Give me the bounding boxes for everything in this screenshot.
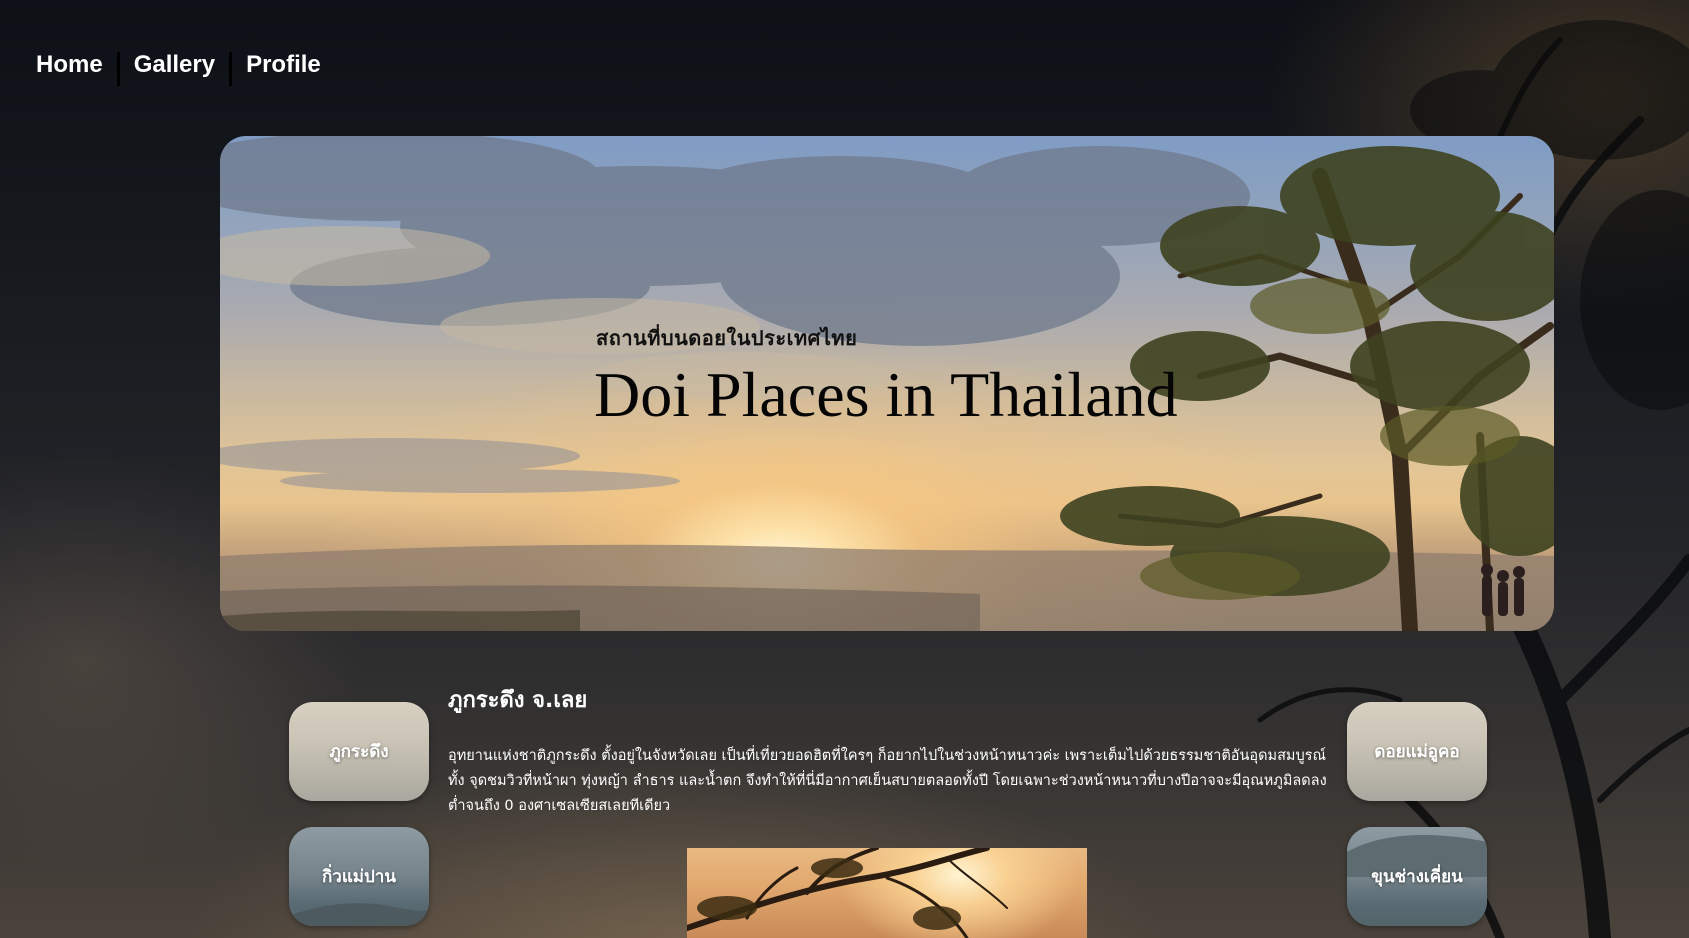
place-button-label: ขุนช่างเคี่ยน bbox=[1371, 867, 1463, 887]
pine-branch-image bbox=[687, 848, 1008, 938]
content-title: ภูกระดึง จ.เลย bbox=[448, 688, 588, 713]
nav-profile-link[interactable]: Profile bbox=[232, 48, 335, 82]
content-photo bbox=[687, 848, 1087, 938]
place-button-label: กิ่วแม่ปาน bbox=[322, 867, 396, 887]
place-button-phu-kradueng[interactable]: ภูกระดึง bbox=[289, 702, 429, 801]
hero-banner: สถานที่บนดอยในประเทศไทย Doi Places in Th… bbox=[220, 136, 1554, 631]
nav-gallery-link[interactable]: Gallery bbox=[120, 48, 229, 82]
place-button-label: ดอยแม่อูคอ bbox=[1374, 742, 1460, 762]
place-button-khun-chang-khian[interactable]: ขุนช่างเคี่ยน bbox=[1347, 827, 1487, 926]
place-button-kew-mae-pan[interactable]: กิ่วแม่ปาน bbox=[289, 827, 429, 926]
place-button-label: ภูกระดึง bbox=[329, 742, 389, 762]
hero-title: Doi Places in Thailand bbox=[594, 359, 1178, 430]
hill-icon bbox=[289, 903, 429, 926]
place-button-doi-mae-u-kho[interactable]: ดอยแม่อูคอ bbox=[1347, 702, 1487, 801]
hero-subtitle: สถานที่บนดอยในประเทศไทย bbox=[596, 326, 858, 350]
content-description: อุทยานแห่งชาติภูกระดึง ตั้งอยู่ในจังหวัด… bbox=[448, 748, 1327, 814]
top-nav: Home Gallery Profile bbox=[34, 44, 335, 86]
nav-home-link[interactable]: Home bbox=[34, 48, 117, 82]
